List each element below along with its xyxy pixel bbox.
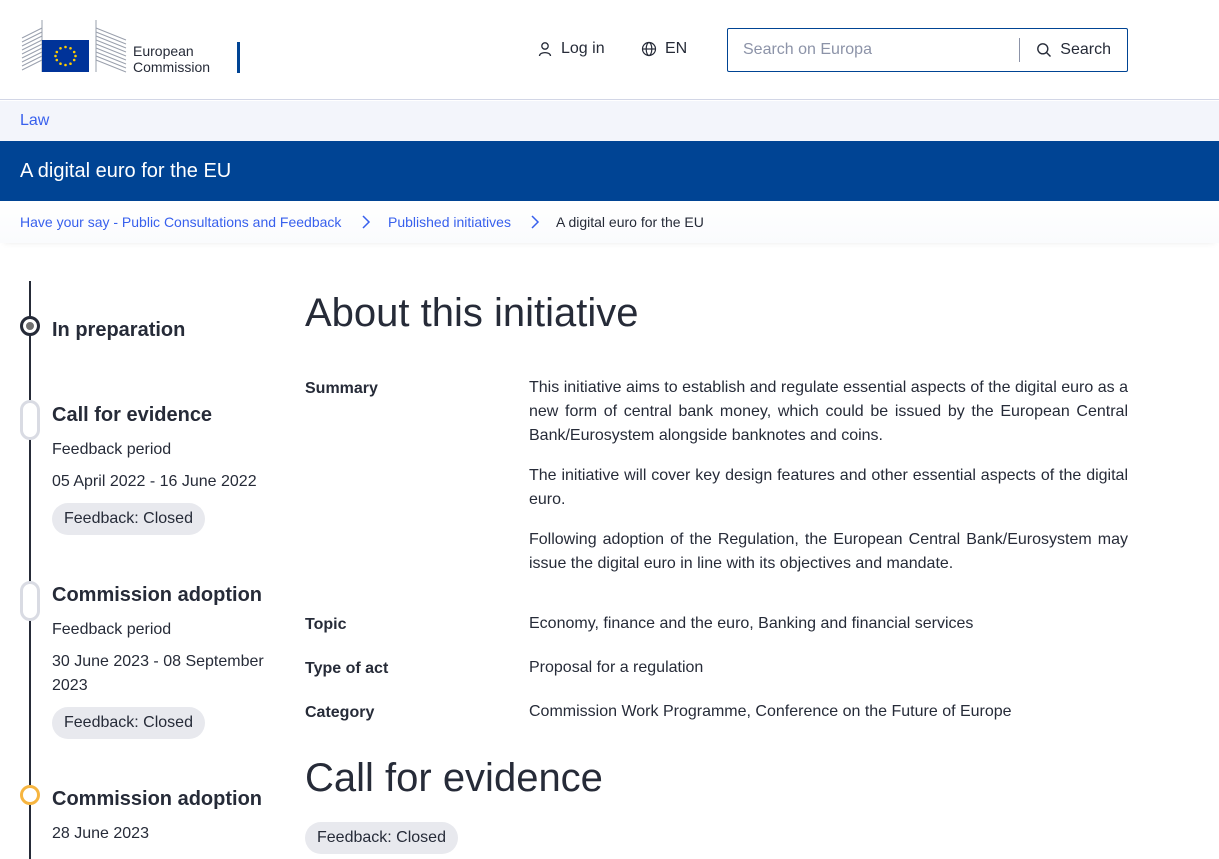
login-label: Log in <box>561 40 605 57</box>
search-button[interactable]: Search <box>1020 41 1127 59</box>
breadcrumb-link-have-your-say[interactable]: Have your say - Public Consultations and… <box>20 214 341 230</box>
timeline-marker-done <box>20 316 40 336</box>
timeline-period-label: Feedback period <box>52 441 172 458</box>
logo-line-1: European <box>133 43 194 59</box>
logo-divider <box>237 42 240 73</box>
topic-value: Economy, finance and the euro, Banking a… <box>529 615 974 632</box>
page-header: A digital euro for the EU <box>0 141 1219 201</box>
summary-paragraph: Following adoption of the Regulation, th… <box>529 531 1128 572</box>
breadcrumb-current: A digital euro for the EU <box>556 214 704 230</box>
timeline-line <box>29 281 31 859</box>
status-badge: Feedback: Closed <box>305 822 458 854</box>
breadcrumb: Have your say - Public Consultations and… <box>0 201 1219 243</box>
timeline-dates: 30 June 2023 - 08 September 2023 <box>52 653 264 694</box>
status-badge: Feedback: Closed <box>52 503 205 535</box>
category-label: Category <box>305 704 375 721</box>
language-label: EN <box>665 40 688 57</box>
globe-icon <box>641 41 657 57</box>
summary-paragraph: The initiative will cover key design fea… <box>529 467 1128 508</box>
site-name-bar: Law <box>0 101 1219 141</box>
timeline-step-title: Commission adoption <box>52 584 262 606</box>
breadcrumb-link-published-initiatives[interactable]: Published initiatives <box>388 214 511 230</box>
site-header: European Commission Log in EN Search <box>0 0 1219 100</box>
european-commission-logo[interactable]: European Commission <box>20 20 240 75</box>
timeline-marker-period <box>20 581 40 621</box>
topic-label: Topic <box>305 616 347 633</box>
summary-label: Summary <box>305 380 378 397</box>
chevron-right-icon <box>362 215 371 229</box>
category-value: Commission Work Programme, Conference on… <box>529 703 1012 720</box>
user-icon <box>538 42 552 57</box>
login-link[interactable]: Log in <box>537 40 605 58</box>
type-of-act-value: Proposal for a regulation <box>529 659 704 676</box>
logo-wordmark: European Commission <box>133 43 210 75</box>
eu-flag-icon <box>21 20 127 73</box>
timeline-step-title: Commission adoption <box>52 788 262 810</box>
chevron-right-icon <box>531 215 540 229</box>
type-of-act-label: Type of act <box>305 660 389 677</box>
timeline-step-title: Call for evidence <box>52 404 213 426</box>
language-selector[interactable]: EN <box>641 40 687 58</box>
timeline-period-label: Feedback period <box>52 621 172 638</box>
summary-paragraph: This initiative aims to establish and re… <box>529 379 1128 444</box>
timeline-marker-current <box>20 785 40 805</box>
search-button-label: Search <box>1060 41 1111 58</box>
timeline-dates: 05 April 2022 - 16 June 2022 <box>52 473 257 490</box>
search-input[interactable] <box>743 30 1020 70</box>
timeline-date: 28 June 2023 <box>52 825 149 842</box>
site-name-link-law[interactable]: Law <box>20 112 49 130</box>
timeline-marker-period <box>20 400 40 440</box>
timeline-step-title: In preparation <box>52 319 186 341</box>
search-icon <box>1037 43 1052 57</box>
page-title: A digital euro for the EU <box>20 160 232 182</box>
status-badge: Feedback: Closed <box>52 707 205 739</box>
call-for-evidence-heading: Call for evidence <box>305 756 603 800</box>
logo-line-2: Commission <box>133 59 211 75</box>
about-heading: About this initiative <box>305 291 639 335</box>
search-form: Search <box>727 28 1128 72</box>
